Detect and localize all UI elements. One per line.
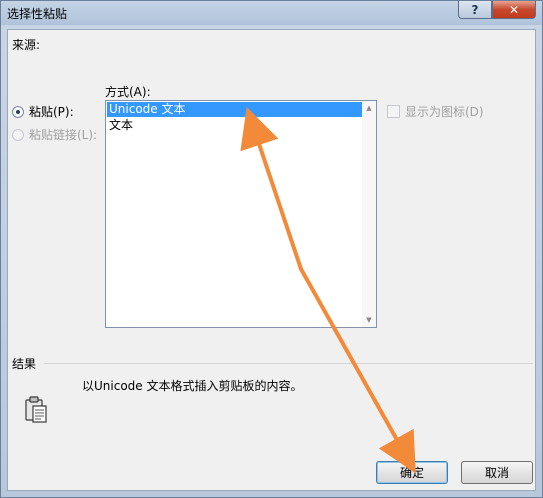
window-title: 选择性粘贴 [7,7,68,21]
paste-label: 粘贴(P): [29,105,74,119]
listbox-scrollbar[interactable]: ▲ ▼ [362,101,376,327]
title-bar[interactable]: 选择性粘贴 ? ✕ [1,1,542,25]
clipboard-icon [22,394,50,424]
paste-radio[interactable] [12,105,24,118]
paste-link-option: 粘贴链接(L): [12,126,97,143]
show-as-icon-checkbox [387,105,400,118]
title-buttons: ? ✕ [458,1,536,19]
scroll-down-arrow-icon[interactable]: ▼ [362,313,376,327]
result-divider [44,363,533,364]
cancel-button[interactable]: 取消 [461,461,533,484]
close-button[interactable]: ✕ [492,1,536,19]
method-listbox[interactable]: Unicode 文本 文本 ▲ ▼ [105,100,377,328]
result-label: 结果 [12,357,37,371]
paste-option[interactable]: 粘贴(P): [12,103,74,120]
result-group: 结果 [12,355,533,372]
source-label: 来源: [12,38,41,52]
paste-link-radio [12,128,24,141]
ok-button[interactable]: 确定 [376,461,448,484]
scroll-up-arrow-icon[interactable]: ▲ [362,101,376,115]
result-description: 以Unicode 文本格式插入剪贴板的内容。 [82,379,303,393]
list-item-text[interactable]: 文本 [107,118,375,133]
list-item-unicode-text[interactable]: Unicode 文本 [107,102,375,117]
dialog-body: 来源: 方式(A): 粘贴(P): 粘贴链接(L): Unicode 文本 文本… [7,29,536,491]
show-as-icon-option: 显示为图标(D) [387,103,484,120]
paste-special-dialog: 选择性粘贴 ? ✕ 来源: 方式(A): 粘贴(P): 粘贴链接(L): Uni… [0,0,543,498]
show-as-icon-label: 显示为图标(D) [405,105,484,119]
help-button[interactable]: ? [458,1,492,19]
method-label: 方式(A): [105,85,151,99]
paste-link-label: 粘贴链接(L): [29,128,98,142]
